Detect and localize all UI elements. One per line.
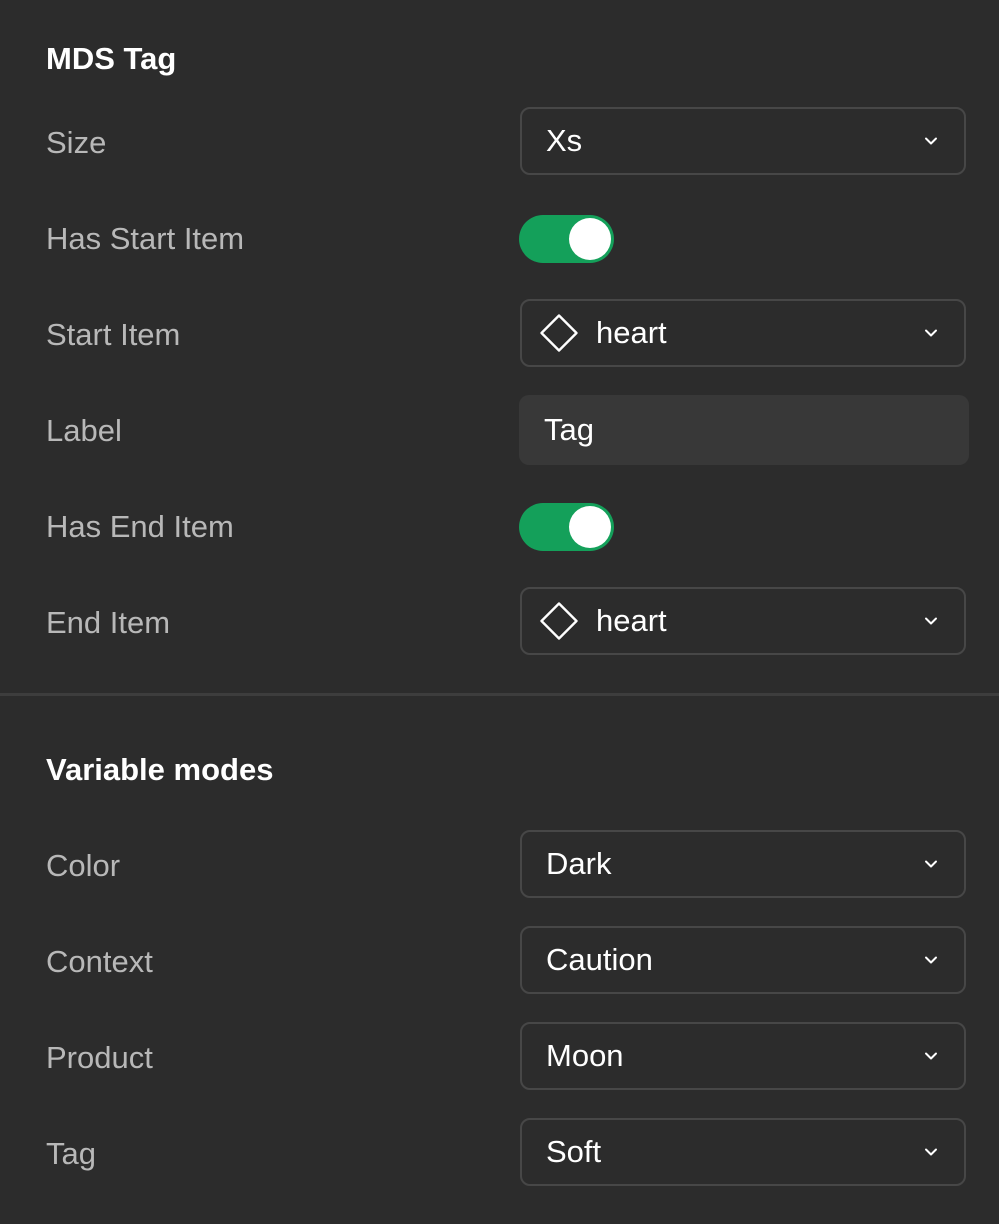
chevron-down-icon — [925, 617, 937, 625]
start-item-value: heart — [596, 315, 667, 350]
size-dropdown[interactable]: Xs — [520, 107, 966, 175]
start-item-label: Start Item — [46, 317, 181, 352]
end-item-dropdown[interactable]: heart — [520, 587, 966, 655]
properties-panel: MDS Tag Size Xs Has Start Item Start Ite… — [0, 0, 999, 1224]
has-end-item-toggle[interactable] — [519, 503, 614, 551]
chevron-down-icon — [925, 956, 937, 964]
end-item-row: End Item heart — [0, 587, 999, 659]
tag-mode-value: Soft — [546, 1134, 602, 1169]
context-mode-dropdown[interactable]: Caution — [520, 926, 966, 994]
toggle-knob — [569, 506, 611, 548]
toggle-knob — [569, 218, 611, 260]
size-row: Size Xs — [0, 107, 999, 179]
end-item-label: End Item — [46, 605, 171, 640]
has-start-item-row: Has Start Item — [0, 203, 999, 275]
component-section-title: MDS Tag — [46, 41, 177, 76]
has-end-item-label: Has End Item — [46, 509, 234, 544]
color-mode-row: Color Dark — [0, 830, 999, 902]
product-mode-value: Moon — [546, 1038, 624, 1073]
chevron-down-icon — [925, 860, 937, 868]
tag-mode-row: Tag Soft — [0, 1118, 999, 1190]
size-value: Xs — [546, 123, 583, 158]
start-item-dropdown[interactable]: heart — [520, 299, 966, 367]
has-start-item-label: Has Start Item — [46, 221, 245, 256]
product-mode-label: Product — [46, 1040, 153, 1075]
product-mode-dropdown[interactable]: Moon — [520, 1022, 966, 1090]
variable-modes-section-title: Variable modes — [46, 752, 274, 787]
size-label: Size — [46, 125, 107, 160]
label-input-value: Tag — [544, 412, 594, 447]
chevron-down-icon — [925, 1148, 937, 1156]
tag-mode-dropdown[interactable]: Soft — [520, 1118, 966, 1186]
has-end-item-row: Has End Item — [0, 491, 999, 563]
label-row: Label Tag — [0, 395, 999, 467]
tag-mode-label: Tag — [46, 1136, 96, 1171]
product-mode-row: Product Moon — [0, 1022, 999, 1094]
context-mode-value: Caution — [546, 942, 653, 977]
color-mode-label: Color — [46, 848, 121, 883]
end-item-value: heart — [596, 603, 667, 638]
chevron-down-icon — [925, 137, 937, 145]
diamond-component-icon — [540, 314, 578, 352]
color-mode-dropdown[interactable]: Dark — [520, 830, 966, 898]
diamond-component-icon — [540, 602, 578, 640]
section-divider — [0, 693, 999, 696]
start-item-row: Start Item heart — [0, 299, 999, 371]
context-mode-row: Context Caution — [0, 926, 999, 998]
color-mode-value: Dark — [546, 846, 612, 881]
label-label: Label — [46, 413, 122, 448]
label-input[interactable]: Tag — [519, 395, 969, 465]
chevron-down-icon — [925, 1052, 937, 1060]
context-mode-label: Context — [46, 944, 153, 979]
chevron-down-icon — [925, 329, 937, 337]
has-start-item-toggle[interactable] — [519, 215, 614, 263]
